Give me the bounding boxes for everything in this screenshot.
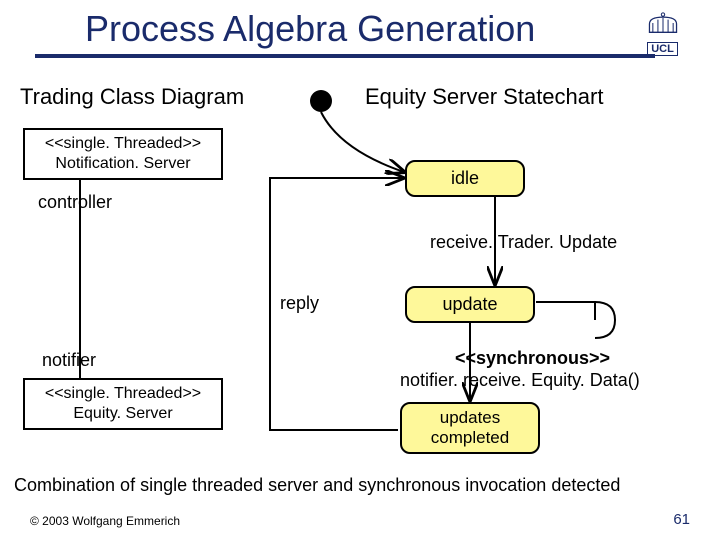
state-completed: updates completed (400, 402, 540, 454)
dome-icon (646, 12, 680, 34)
logo-text: UCL (647, 42, 678, 56)
title-underline (35, 54, 655, 58)
right-section-title: Equity Server Statechart (365, 84, 603, 110)
state-update: update (405, 286, 535, 323)
role-controller: controller (38, 192, 112, 213)
notification-server-stereotype: <<single. Threaded>> (31, 134, 215, 154)
reply-label: reply (280, 293, 319, 314)
page-title: Process Algebra Generation (85, 8, 535, 50)
arrows-layer (0, 0, 720, 540)
equity-server-stereotype: <<single. Threaded>> (31, 384, 215, 404)
caption-text: Combination of single threaded server an… (14, 475, 620, 496)
initial-state-icon (310, 90, 332, 112)
notification-server-name: Notification. Server (31, 154, 215, 174)
page-number: 61 (673, 511, 690, 528)
equity-server-name: Equity. Server (31, 404, 215, 424)
call-text: notifier. receive. Equity. Data() (400, 370, 640, 391)
equity-server-box: <<single. Threaded>> Equity. Server (23, 378, 223, 430)
event-receive-label: receive. Trader. Update (430, 232, 617, 253)
left-section-title: Trading Class Diagram (20, 84, 244, 110)
copyright-text: © 2003 Wolfgang Emmerich (30, 514, 180, 528)
call-stereotype: <<synchronous>> (455, 348, 610, 369)
notification-server-box: <<single. Threaded>> Notification. Serve… (23, 128, 223, 180)
role-notifier: notifier (42, 350, 96, 371)
state-idle: idle (405, 160, 525, 197)
ucl-logo: UCL (635, 12, 690, 54)
